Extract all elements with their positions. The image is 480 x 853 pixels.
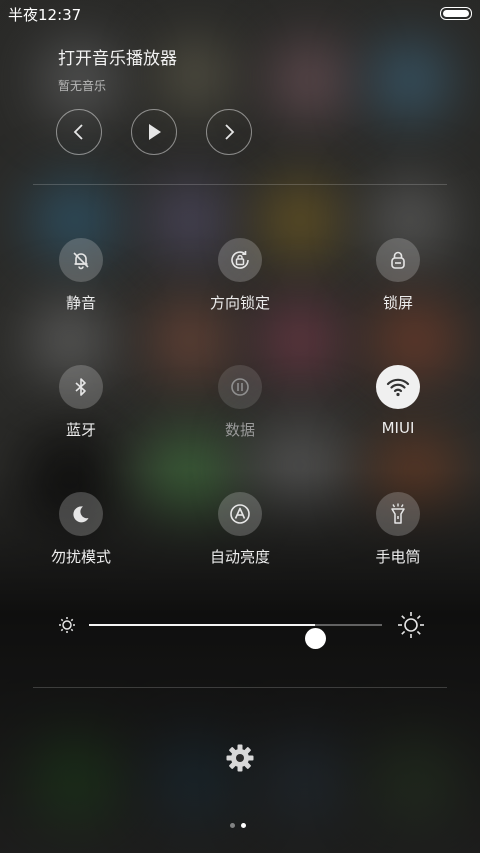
music-widget[interactable]: 打开音乐播放器 暂无音乐 bbox=[58, 44, 177, 94]
toggle-mute[interactable]: 静音 bbox=[11, 238, 151, 313]
flashlight-icon bbox=[376, 492, 420, 536]
brightness-slider[interactable] bbox=[56, 610, 426, 649]
play-button[interactable] bbox=[131, 109, 177, 155]
toggle-bluetooth[interactable]: 蓝牙 bbox=[11, 365, 151, 440]
next-button[interactable] bbox=[206, 109, 252, 155]
mobile-data-icon bbox=[218, 365, 262, 409]
toggle-label: MIUI bbox=[381, 419, 415, 437]
previous-button[interactable] bbox=[56, 109, 102, 155]
bell-mute-icon bbox=[59, 238, 103, 282]
toggle-label: 方向锁定 bbox=[209, 294, 270, 312]
divider bbox=[33, 184, 447, 185]
gear-icon bbox=[226, 744, 254, 772]
divider bbox=[33, 687, 447, 688]
bluetooth-icon bbox=[59, 365, 103, 409]
toggle-label: 勿扰模式 bbox=[50, 548, 111, 566]
toggle-label: 静音 bbox=[65, 294, 96, 312]
brightness-low-icon bbox=[59, 617, 75, 633]
battery-icon bbox=[440, 7, 472, 20]
chevron-right-icon bbox=[225, 124, 235, 140]
brightness-knob[interactable] bbox=[304, 628, 326, 649]
toggle-label: 锁屏 bbox=[382, 294, 413, 312]
toggle-flashlight[interactable]: 手电筒 bbox=[328, 492, 468, 567]
page-dot bbox=[230, 823, 235, 828]
brightness-fill bbox=[89, 624, 315, 626]
wifi-icon bbox=[376, 365, 420, 409]
play-icon bbox=[149, 124, 161, 140]
music-title[interactable]: 打开音乐播放器 bbox=[58, 44, 177, 69]
lock-icon bbox=[376, 238, 420, 282]
toggle-auto-brightness[interactable]: 自动亮度 bbox=[170, 492, 310, 567]
brightness-high-icon bbox=[398, 612, 424, 638]
brightness-track[interactable] bbox=[89, 624, 382, 649]
music-subtitle: 暂无音乐 bbox=[58, 79, 107, 93]
status-time: 半夜12:37 bbox=[8, 6, 82, 24]
auto-brightness-icon bbox=[218, 492, 262, 536]
toggle-label: 自动亮度 bbox=[209, 548, 270, 566]
toggle-do-not-disturb[interactable]: 勿扰模式 bbox=[11, 492, 151, 567]
chevron-left-icon bbox=[73, 124, 83, 140]
page-indicator bbox=[230, 813, 252, 832]
rotation-lock-icon bbox=[218, 238, 262, 282]
toggle-label: 蓝牙 bbox=[65, 421, 96, 439]
toggle-label: 手电筒 bbox=[375, 548, 421, 566]
toggle-label: 数据 bbox=[224, 421, 255, 439]
toggle-rotation-lock[interactable]: 方向锁定 bbox=[170, 238, 310, 313]
toggle-mobile-data[interactable]: 数据 bbox=[170, 365, 310, 440]
page-dot-active bbox=[241, 823, 246, 828]
moon-icon bbox=[59, 492, 103, 536]
toggle-wifi[interactable]: MIUI bbox=[328, 365, 468, 437]
toggle-lock-screen[interactable]: 锁屏 bbox=[328, 238, 468, 313]
settings-button[interactable] bbox=[225, 743, 255, 777]
status-bar: 半夜12:37 bbox=[0, 0, 480, 26]
